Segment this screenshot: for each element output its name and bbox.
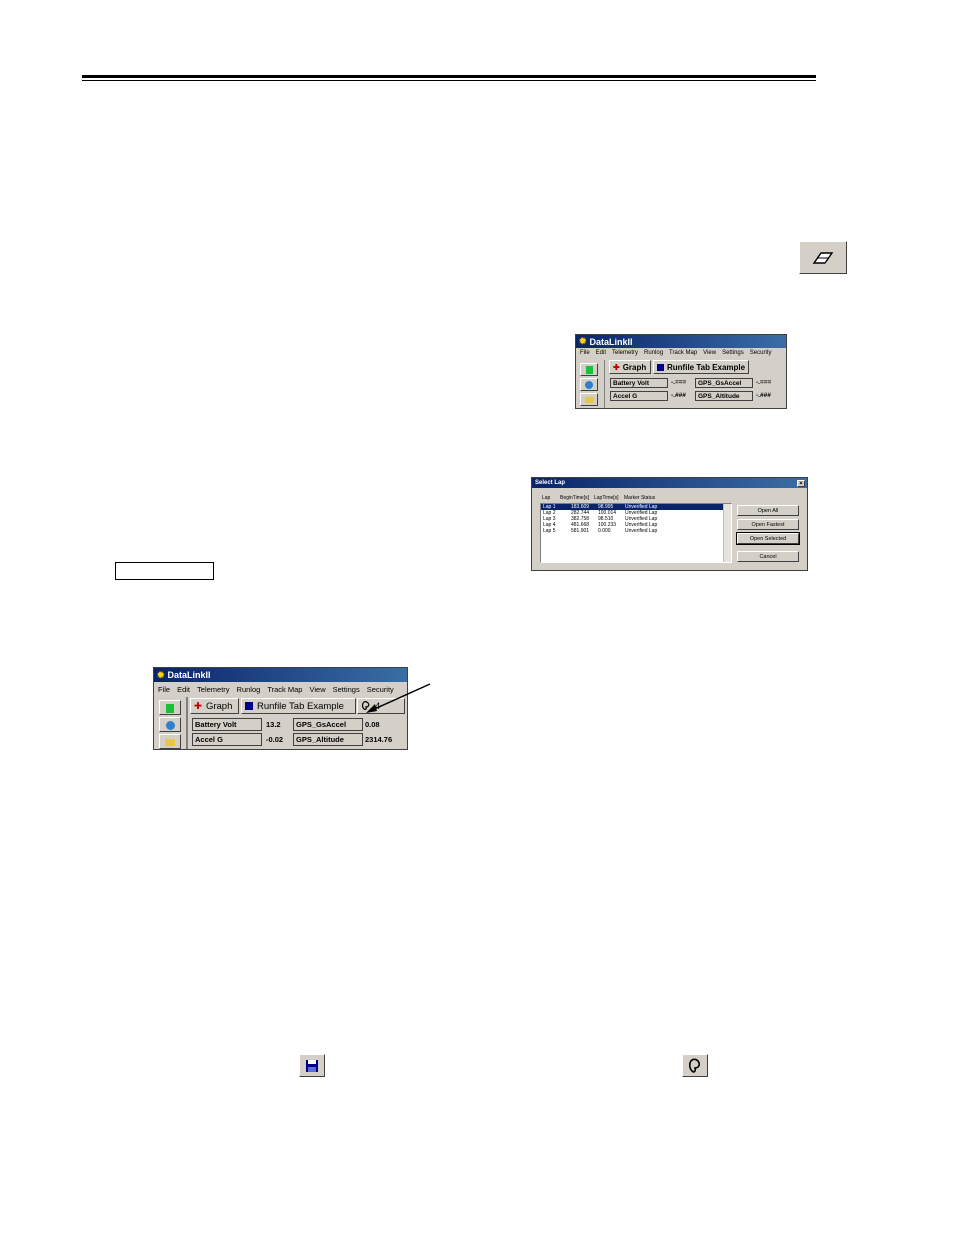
open-folder-button[interactable]: [580, 393, 598, 406]
tab-runfile[interactable]: Runfile Tab Example: [653, 360, 749, 374]
column-header[interactable]: Marker Status: [624, 495, 655, 501]
dialog-title: Select Lap: [535, 480, 566, 486]
open-selected-button[interactable]: Open Selected: [736, 532, 800, 545]
field-gps-altitude-label: GPS_Altitude: [695, 391, 753, 401]
menu-item-security[interactable]: Security: [750, 350, 772, 356]
menu-item-edit[interactable]: Edit: [596, 350, 606, 356]
globe-button[interactable]: [159, 717, 181, 732]
tab-graph-label: Graph: [205, 700, 233, 712]
menu-item-settings[interactable]: Settings: [722, 350, 744, 356]
field-battery-volt-label: Battery Volt: [610, 378, 668, 388]
menu-item-telemetry[interactable]: Telemetry: [197, 685, 230, 694]
open-fastest-button[interactable]: Open Fastest: [737, 519, 799, 530]
cancel-button[interactable]: Cancel: [737, 551, 799, 562]
field-accel-g-label: Accel G: [610, 391, 668, 401]
field-accel-g-value: -0.02: [266, 735, 284, 744]
new-file-button[interactable]: [580, 363, 598, 376]
folder-icon: [165, 739, 175, 746]
window-title: DataLinkII: [589, 336, 633, 347]
header-rule-thin: [82, 80, 816, 81]
menu-item-file[interactable]: File: [158, 685, 170, 694]
lap-rows: Lap 1 183.609 98.995 Unverified Lap Lap 2 282…: [541, 504, 731, 534]
floppy-disk-icon: [306, 1059, 318, 1072]
tab-runfile-label: Runfile Tab Example: [257, 700, 344, 712]
menu-item-edit[interactable]: Edit: [177, 685, 190, 694]
lap-cell-status: Unverified Lap: [625, 528, 658, 534]
field-accel-g-value: -.###: [671, 392, 686, 399]
menu-item-telemetry[interactable]: Telemetry: [612, 350, 638, 356]
field-gps-altitude-label: GPS_Altitude: [293, 733, 363, 746]
folder-icon: [584, 397, 594, 403]
track-map-icon: [688, 1058, 701, 1073]
window-title: DataLinkII: [167, 670, 211, 680]
close-icon[interactable]: ×: [797, 479, 805, 487]
tab-strip: ✚ Graph Runfile Tab Example: [606, 360, 786, 374]
menu-item-track-map[interactable]: Track Map: [669, 350, 697, 356]
eraser-button[interactable]: [799, 241, 847, 274]
field-gps-altitude-value: 2314.76: [365, 735, 393, 744]
field-battery-volt-value: -.===: [671, 379, 687, 386]
globe-icon: [165, 721, 175, 730]
menu-bar: File Edit Telemetry Runlog Track Map View Sett…: [576, 348, 786, 358]
field-gps-gsaccel-label: GPS_GsAccel: [293, 718, 363, 731]
open-folder-button[interactable]: [159, 734, 181, 749]
tab-graph[interactable]: ✚ Graph: [609, 360, 651, 374]
graph-icon: ✚: [613, 362, 620, 372]
globe-icon: [585, 381, 593, 389]
tab-runfile[interactable]: Runfile Tab Example: [241, 698, 356, 714]
field-gps-altitude-value: -.###: [756, 392, 771, 399]
menu-item-runlog[interactable]: Runlog: [237, 685, 261, 694]
column-header[interactable]: Lap: [542, 495, 550, 501]
tab-graph-label: Graph: [622, 362, 647, 372]
new-file-icon: [585, 366, 593, 374]
tab-runfile-label: Runfile Tab Example: [667, 362, 746, 372]
menu-item-view[interactable]: View: [309, 685, 325, 694]
header-rule-thick: [82, 75, 816, 78]
left-toolbar: [154, 697, 188, 749]
menu-item-file[interactable]: File: [580, 350, 590, 356]
lap-list[interactable]: Lap 1 183.609 98.995 Unverified Lap Lap 2 282…: [540, 503, 732, 563]
field-battery-volt-label: Battery Volt: [192, 718, 262, 731]
lap-cell-laptime: 0.000: [598, 528, 611, 534]
tab-graph[interactable]: ✚ Graph: [190, 698, 239, 714]
lap-cell-begin: 581.901: [571, 528, 590, 534]
app-icon: ✹: [157, 669, 165, 680]
column-header[interactable]: LapTime[s]: [594, 495, 619, 501]
floppy-disk-button: [299, 1054, 325, 1077]
menu-item-view[interactable]: View: [703, 350, 716, 356]
field-gps-gsaccel-label: GPS_GsAccel: [695, 378, 753, 388]
field-battery-volt-value: 13.2: [266, 720, 281, 729]
window-titlebar: ✹ DataLinkII: [576, 335, 786, 348]
open-all-button[interactable]: Open All: [737, 505, 799, 516]
new-file-icon: [166, 704, 174, 713]
datalink-window-small: ✹ DataLinkII File Edit Telemetry Runlog Trac…: [575, 334, 787, 409]
field-gps-gsaccel-value: 0.08: [365, 720, 380, 729]
menu-item-track-map[interactable]: Track Map: [267, 685, 302, 694]
track-map-button: [682, 1054, 708, 1077]
field-accel-g-label: Accel G: [192, 733, 262, 746]
floppy-disk-icon: [657, 363, 664, 371]
lap-cell-lap: Lap 5: [543, 528, 556, 534]
left-toolbar: [576, 360, 605, 408]
app-icon: ✹: [579, 336, 587, 346]
menu-item-settings[interactable]: Settings: [333, 685, 360, 694]
lap-list-scrollbar[interactable]: [723, 504, 731, 562]
graph-icon: ✚: [194, 700, 202, 712]
dialog-titlebar: Select Lap ×: [532, 478, 807, 488]
field-gps-gsaccel-value: -.===: [756, 379, 772, 386]
column-header[interactable]: BeginTime[s]: [560, 495, 589, 501]
lap-list-headers: Lap BeginTime[s] LapTime[s] Marker Status: [542, 495, 722, 503]
annotation-arrow: [366, 683, 431, 713]
new-file-button[interactable]: [159, 700, 181, 715]
lap-row[interactable]: Lap 5 581.901 0.000 Unverified Lap: [541, 528, 724, 534]
empty-callout-box: [115, 562, 214, 580]
menu-item-runlog[interactable]: Runlog: [644, 350, 663, 356]
eraser-icon: [812, 251, 834, 264]
floppy-disk-icon: [245, 702, 253, 710]
select-lap-dialog: Select Lap × Lap BeginTime[s] LapTime[s] Ma…: [531, 477, 808, 571]
globe-button[interactable]: [580, 378, 598, 391]
